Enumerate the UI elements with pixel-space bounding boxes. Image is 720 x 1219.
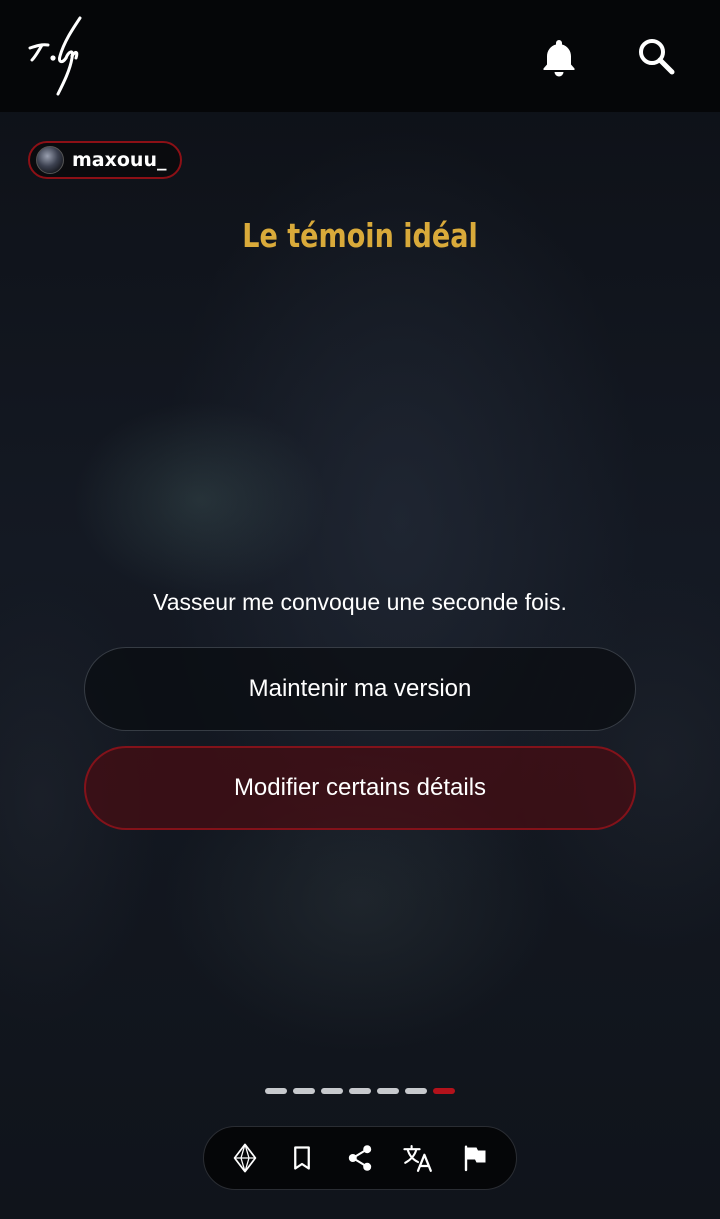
narration-text: Vasseur me convoque une seconde fois.	[153, 589, 567, 615]
author-username: maxouu_	[72, 149, 167, 171]
bell-icon	[543, 40, 575, 77]
bookmark-button[interactable]	[282, 1138, 322, 1178]
story-title: Le témoin idéal	[242, 216, 478, 255]
notifications-button[interactable]	[538, 36, 580, 78]
flag-icon	[464, 1145, 486, 1172]
search-icon	[639, 39, 675, 75]
share-icon	[348, 1145, 372, 1171]
progress-step	[349, 1088, 371, 1094]
avatar	[36, 146, 64, 174]
translate-button[interactable]	[398, 1138, 438, 1178]
progress-indicator	[265, 1088, 455, 1094]
story-screen: maxouu_ Le témoin idéal Vasseur me convo…	[0, 0, 720, 1219]
bookmark-icon	[294, 1146, 311, 1170]
progress-step	[293, 1088, 315, 1094]
choice-button-2[interactable]: Modifier certains détails	[84, 746, 636, 830]
progress-step	[265, 1088, 287, 1094]
search-button[interactable]	[636, 36, 678, 78]
progress-step-current	[433, 1088, 455, 1094]
report-button[interactable]	[455, 1138, 495, 1178]
progress-step	[321, 1088, 343, 1094]
diamond-icon	[233, 1143, 257, 1173]
action-bar	[203, 1126, 517, 1190]
choice-button-1[interactable]: Maintenir ma version	[84, 647, 636, 731]
script-logo-icon[interactable]	[22, 12, 88, 98]
progress-step	[405, 1088, 427, 1094]
progress-step	[377, 1088, 399, 1094]
top-bar	[0, 0, 720, 112]
author-chip[interactable]: maxouu_	[28, 141, 183, 179]
share-button[interactable]	[340, 1138, 380, 1178]
diamond-button[interactable]	[225, 1138, 265, 1178]
translate-icon	[402, 1144, 432, 1172]
